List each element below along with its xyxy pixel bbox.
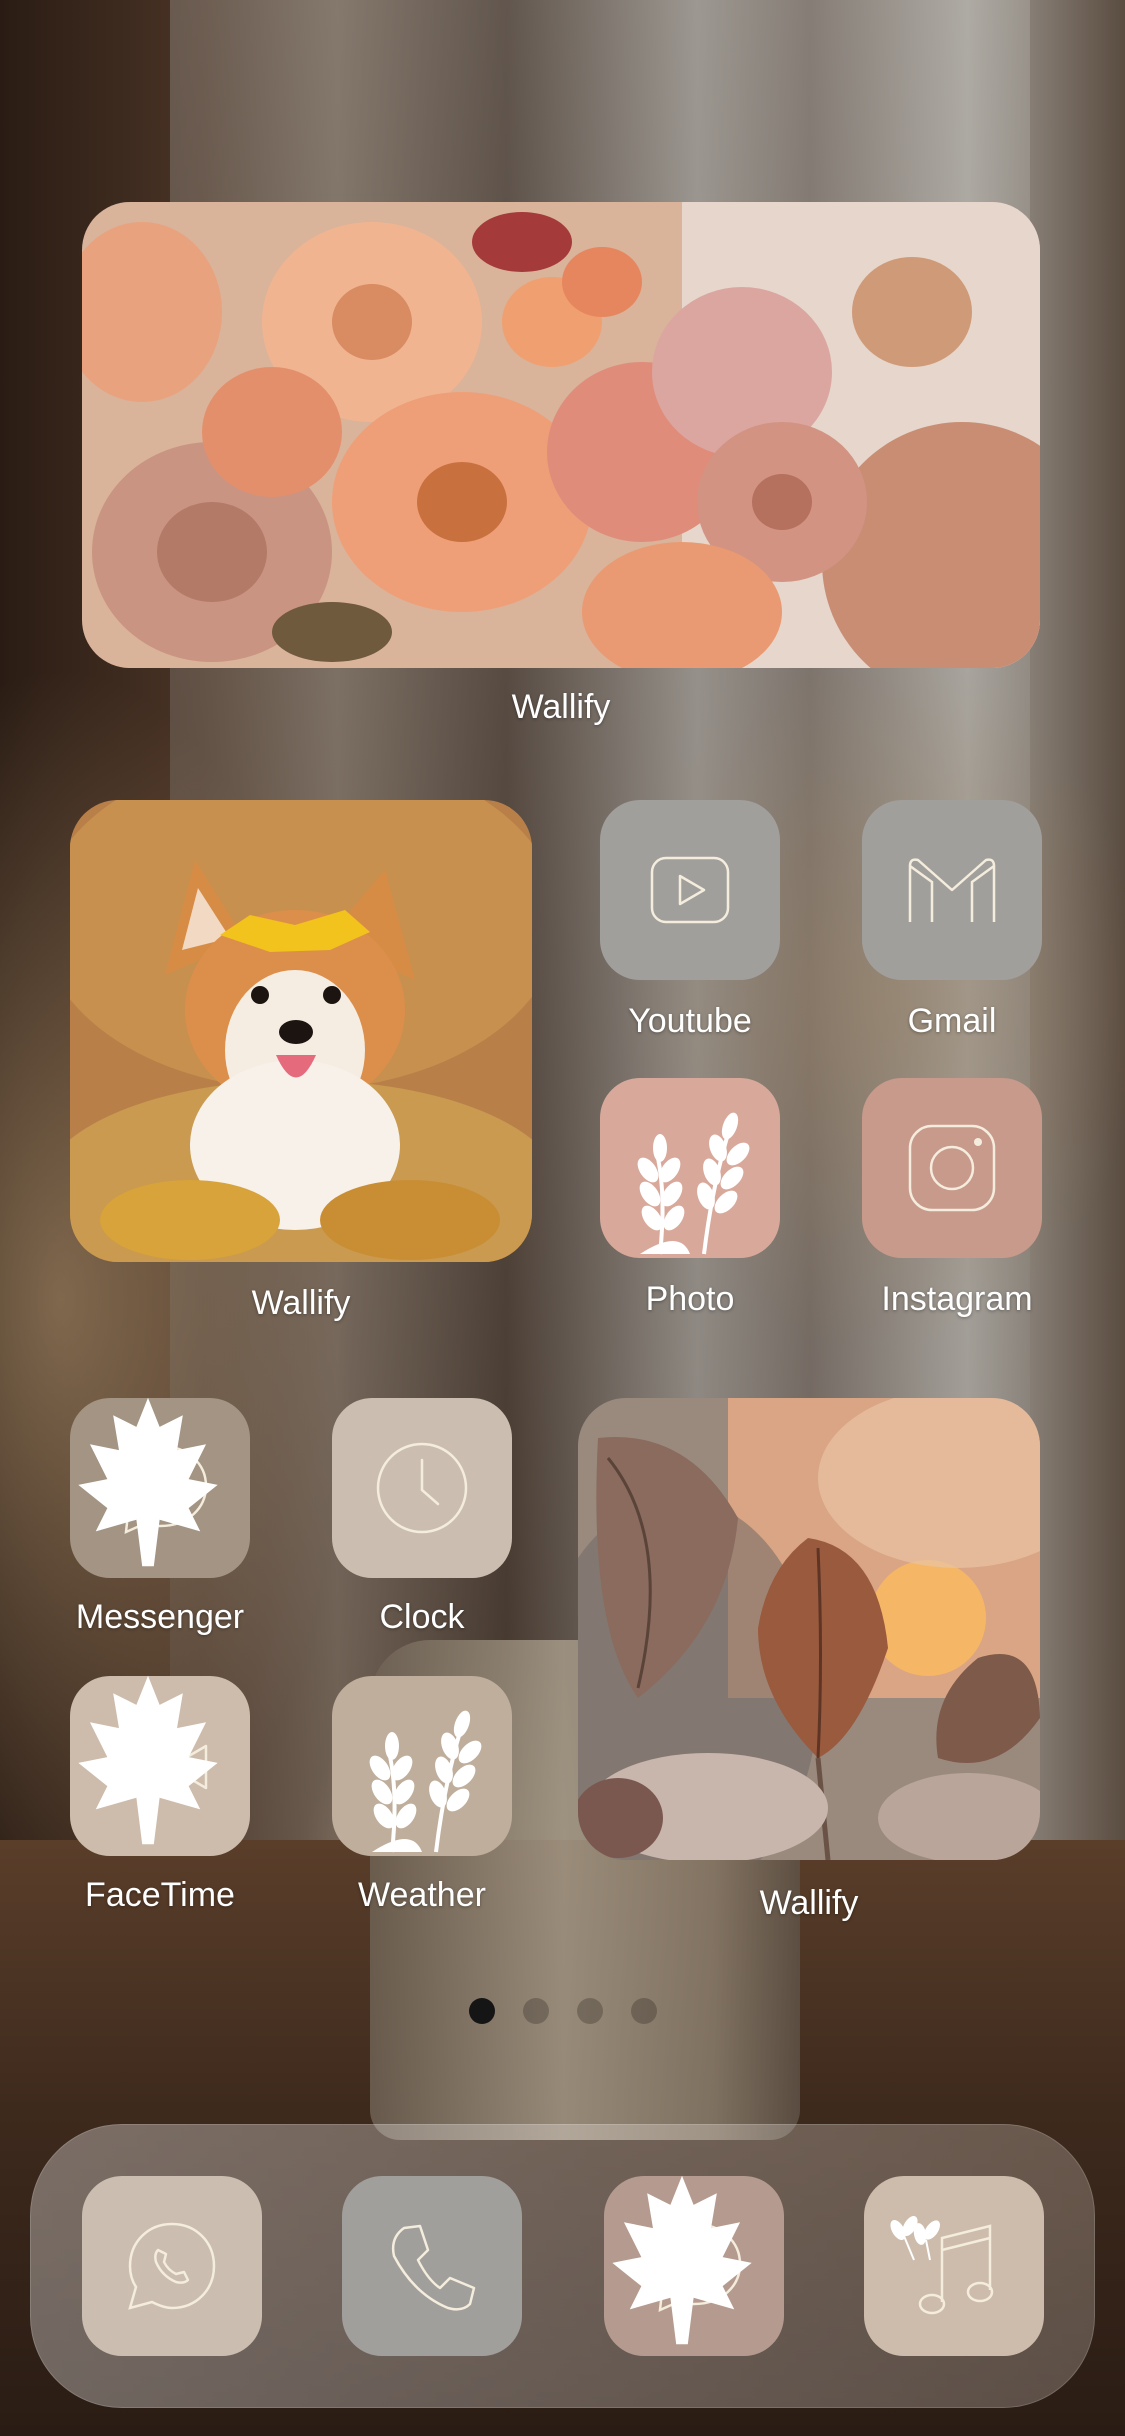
music-note-icon — [890, 2216, 994, 2315]
app-photo[interactable] — [600, 1078, 780, 1258]
dock-app-music[interactable] — [864, 2176, 1044, 2356]
flower-bouquet-image — [82, 202, 1040, 668]
dock-app-phone[interactable] — [342, 2176, 522, 2356]
leaf-badge-icon — [78, 1397, 218, 1567]
leaf-badge-icon — [78, 1675, 218, 1845]
app-label-facetime: FaceTime — [85, 1876, 235, 1914]
leaf-badge-icon — [612, 2175, 752, 2345]
autumn-leaves-image — [578, 1398, 1040, 1860]
page-dot-4[interactable] — [630, 1998, 657, 2024]
dock-app-messenger[interactable] — [604, 2175, 784, 2356]
page-dot-3[interactable] — [576, 1998, 603, 2024]
app-label-weather: Weather — [358, 1876, 486, 1914]
wheat-icon — [369, 1710, 482, 1853]
app-label-messenger: Messenger — [75, 1598, 245, 1636]
widget-label-corgi: Wallify — [251, 1284, 351, 1322]
app-facetime[interactable] — [70, 1675, 250, 1856]
app-youtube[interactable] — [600, 800, 780, 980]
photo-widget-corgi[interactable] — [70, 800, 532, 1262]
clock-icon — [376, 1442, 468, 1534]
wheat-icon — [637, 1112, 750, 1255]
widget-label-leaves: Wallify — [759, 1884, 859, 1922]
app-label-youtube: Youtube — [628, 1002, 752, 1040]
app-clock[interactable] — [332, 1398, 512, 1578]
app-gmail[interactable] — [862, 800, 1042, 980]
whatsapp-icon — [128, 2222, 216, 2310]
phone-icon — [391, 2224, 476, 2311]
photo-widget-flowers[interactable] — [82, 202, 1040, 668]
mail-m-icon — [908, 858, 996, 922]
page-dot-1[interactable] — [468, 1998, 495, 2024]
page-dot-2[interactable] — [522, 1998, 549, 2024]
photo-widget-leaves[interactable] — [578, 1398, 1040, 1860]
widget-label-top: Wallify — [511, 688, 611, 726]
app-instagram[interactable] — [862, 1078, 1042, 1258]
app-label-instagram: Instagram — [881, 1280, 1033, 1318]
dock-app-whatsapp[interactable] — [82, 2176, 262, 2356]
corgi-image — [70, 800, 532, 1262]
app-weather[interactable] — [332, 1676, 512, 1856]
app-label-photo: Photo — [645, 1280, 735, 1318]
play-icon — [650, 856, 730, 924]
camera-icon — [908, 1124, 996, 1212]
page-indicator[interactable] — [0, 1998, 1125, 2024]
app-messenger[interactable] — [70, 1397, 250, 1578]
app-label-clock: Clock — [379, 1598, 465, 1636]
app-label-gmail: Gmail — [907, 1002, 997, 1040]
